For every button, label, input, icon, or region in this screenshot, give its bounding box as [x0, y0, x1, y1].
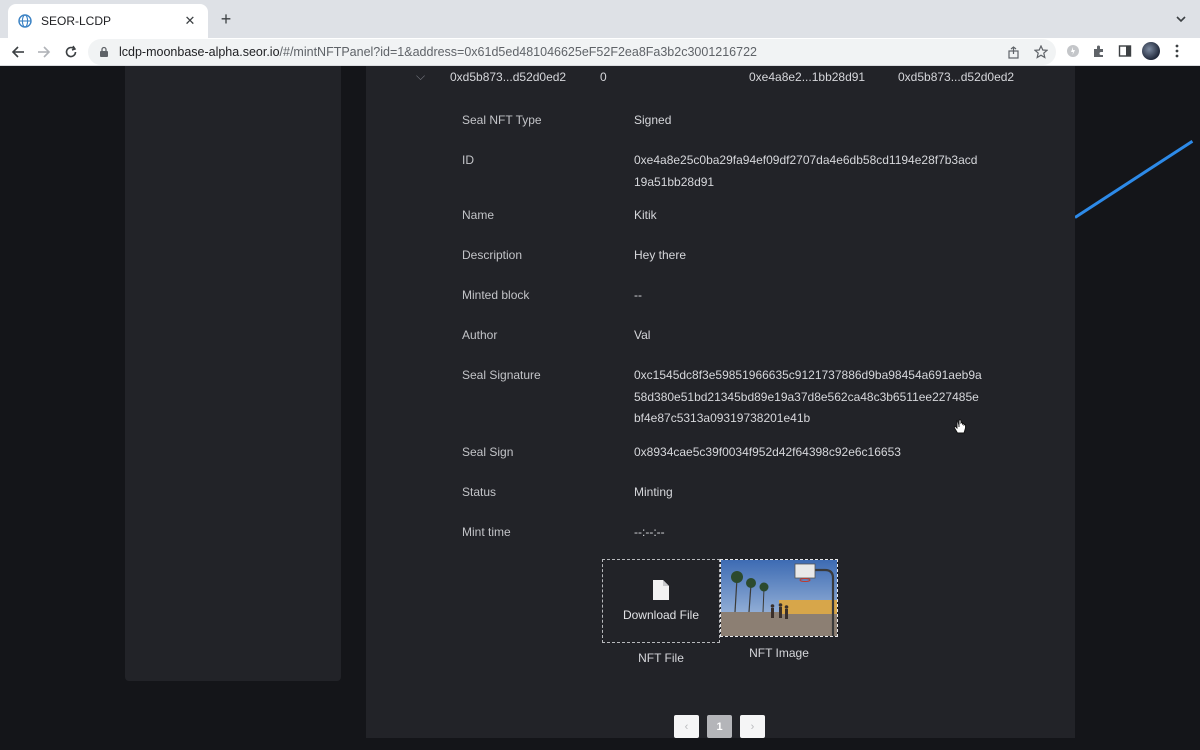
prev-page-button[interactable]: ‹: [674, 715, 699, 738]
address-bar[interactable]: lcdp-moonbase-alpha.seor.io/#/mintNFTPan…: [88, 39, 1056, 65]
detail-value: Kitik: [634, 208, 657, 222]
page-button-current[interactable]: 1: [707, 715, 732, 738]
detail-value: Minting: [634, 485, 673, 499]
row-count: 0: [600, 70, 607, 84]
nft-image-caption: NFT Image: [749, 646, 809, 660]
tab-title: SEOR-LCDP: [41, 14, 112, 28]
detail-label: Minted block: [462, 288, 530, 302]
tab-search-chevron-icon[interactable]: [1174, 12, 1188, 26]
detail-value: 0xc1545dc8f3e59851966635c9121737886d9ba9…: [634, 368, 982, 425]
nft-image[interactable]: [720, 559, 838, 637]
browser-tab[interactable]: SEOR-LCDP ✕: [8, 4, 208, 38]
detail-value: 0x8934cae5c39f0034f952d42f64398c92e6c166…: [634, 445, 901, 459]
basketball-court-photo: [721, 560, 837, 636]
nft-file-caption: NFT File: [638, 651, 684, 665]
bookmark-star-icon[interactable]: [1032, 43, 1050, 61]
browser-toolbar: lcdp-moonbase-alpha.seor.io/#/mintNFTPan…: [0, 38, 1200, 66]
url-text: lcdp-moonbase-alpha.seor.io/#/mintNFTPan…: [119, 45, 757, 59]
url-path: /#/mintNFTPanel?id=1&address=0x61d5ed481…: [279, 45, 757, 59]
forward-arrow-icon[interactable]: [34, 42, 54, 62]
detail-value: Val: [634, 328, 651, 342]
detail-label: ID: [462, 153, 474, 167]
download-file-label: Download File: [622, 608, 700, 622]
detail-value: Signed: [634, 113, 672, 127]
page-viewport: ⌵ 0xd5b873...d52d0ed2 0 0xe4a8e2...1bb28…: [0, 66, 1200, 750]
detail-label: Seal NFT Type: [462, 113, 542, 127]
pagination: ‹ 1 ›: [674, 715, 765, 738]
share-icon[interactable]: [1004, 43, 1022, 61]
next-page-button[interactable]: ›: [740, 715, 765, 738]
detail-label: Seal Sign: [462, 445, 514, 459]
back-arrow-icon[interactable]: [8, 42, 28, 62]
row-author-address: 0xd5b873...d52d0ed2: [898, 70, 1015, 84]
detail-value: --: [634, 288, 642, 302]
detail-label: Description: [462, 248, 523, 262]
row-nft-id: 0xe4a8e2...1bb28d91: [749, 70, 866, 84]
detail-value: Hey there: [634, 248, 687, 262]
browser-tab-strip: SEOR-LCDP ✕ +: [0, 0, 1200, 38]
profile-avatar[interactable]: [1142, 42, 1160, 60]
chevron-down-icon[interactable]: ⌵: [416, 69, 425, 84]
detail-label: Name: [462, 208, 495, 222]
extension-circle-icon[interactable]: [1064, 42, 1082, 60]
table-row[interactable]: ⌵ 0xd5b873...d52d0ed2 0 0xe4a8e2...1bb28…: [366, 69, 1075, 86]
detail-value: --:--:--: [634, 525, 665, 539]
detail-label: Status: [462, 485, 497, 499]
detail-value: 0xe4a8e25c0ba29fa94ef09df2707da4e6db58cd…: [634, 153, 978, 189]
detail-label: Seal Signature: [462, 368, 541, 382]
decorative-accent-line: [1074, 139, 1194, 219]
reload-icon[interactable]: [61, 42, 81, 62]
hand-cursor-icon: [953, 419, 966, 434]
kebab-menu-icon[interactable]: [1168, 42, 1186, 60]
puzzle-extensions-icon[interactable]: [1090, 42, 1108, 60]
side-panel-icon[interactable]: [1116, 42, 1134, 60]
plus-icon[interactable]: +: [216, 9, 236, 29]
download-file-button[interactable]: Download File: [602, 559, 720, 643]
file-icon: [653, 580, 669, 600]
row-owner-address: 0xd5b873...d52d0ed2: [450, 70, 567, 84]
detail-label: Author: [462, 328, 498, 342]
sidebar-panel: [125, 66, 341, 681]
detail-label: Mint time: [462, 525, 511, 539]
mint-nft-panel: ⌵ 0xd5b873...d52d0ed2 0 0xe4a8e2...1bb28…: [366, 66, 1075, 738]
globe-icon: [18, 14, 32, 28]
url-host: lcdp-moonbase-alpha.seor.io: [119, 45, 280, 59]
close-icon[interactable]: ✕: [182, 13, 198, 29]
lock-icon: [98, 46, 110, 58]
